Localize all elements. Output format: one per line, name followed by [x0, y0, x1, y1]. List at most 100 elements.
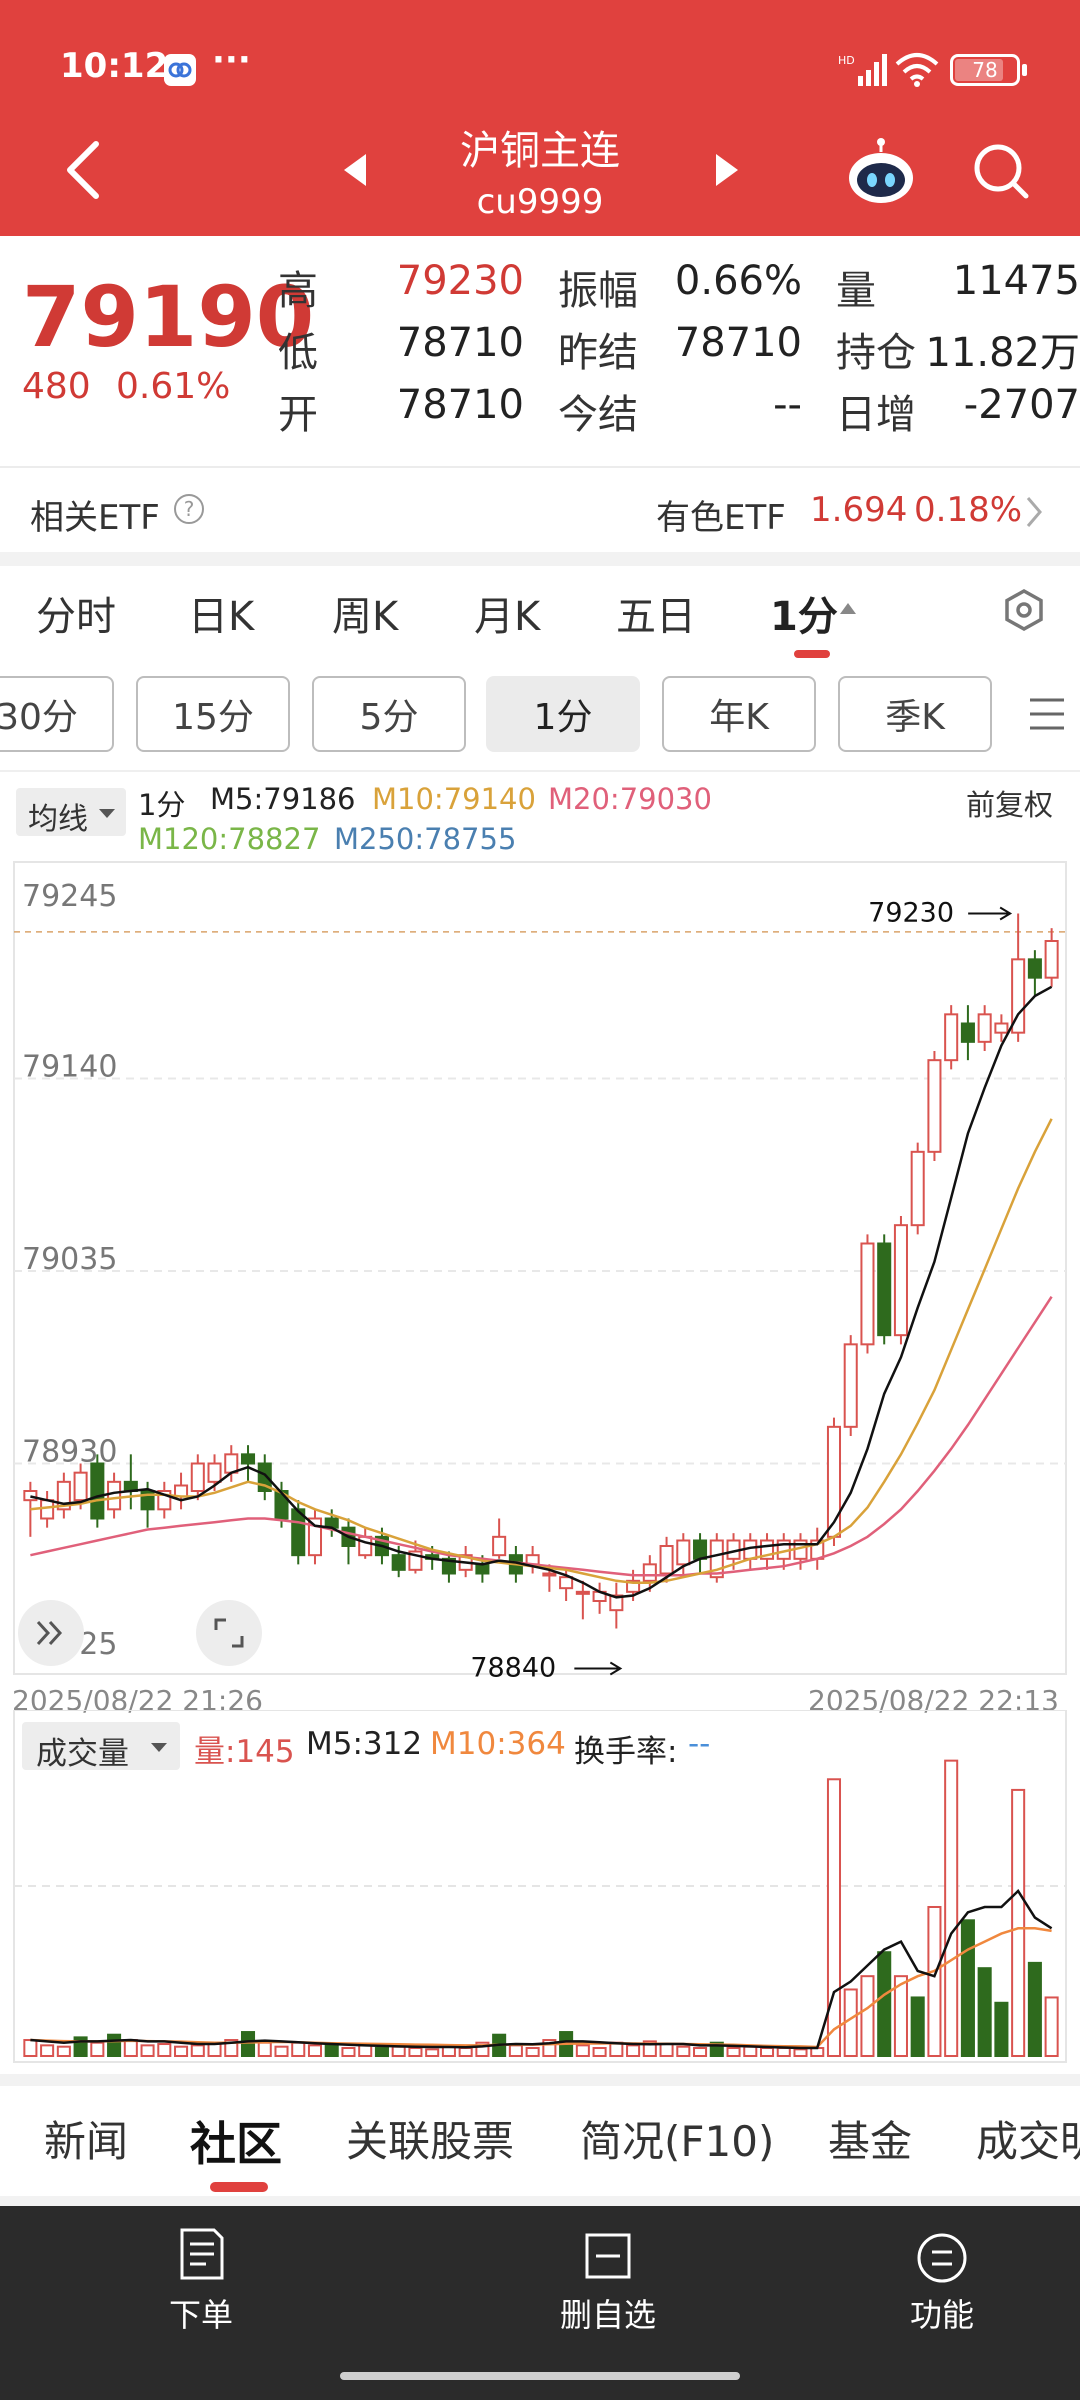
- tab-trades[interactable]: 成交明细: [976, 2108, 1080, 2169]
- volume-bar: [408, 2047, 423, 2058]
- bottom-tab-indicator: [210, 2182, 268, 2192]
- tab-weekly-k[interactable]: 周K: [332, 584, 398, 642]
- tab-funds[interactable]: 基金: [828, 2108, 912, 2169]
- volume-bar: [157, 2043, 172, 2058]
- settings-hexagon-icon[interactable]: [1002, 588, 1046, 636]
- related-etf-label: 相关ETF: [30, 498, 160, 538]
- candle-body: [1044, 940, 1059, 979]
- quote-value-daily-change: -2707: [963, 382, 1080, 428]
- ma20-line: [30, 1296, 1053, 1577]
- subperiod-1min[interactable]: 1分: [486, 676, 640, 752]
- search-icon[interactable]: [972, 142, 1032, 206]
- y-tick-label: 79035: [22, 1242, 117, 1277]
- expand-left-icon[interactable]: [18, 1600, 84, 1666]
- menu-icon[interactable]: [1030, 694, 1064, 738]
- price-change-pct: 0.61%: [116, 366, 231, 407]
- tab-related-stocks[interactable]: 关联股票: [346, 2108, 514, 2169]
- volume-bar: [123, 2039, 138, 2058]
- divider: [0, 466, 1080, 468]
- more-notifications-icon: ···: [212, 40, 251, 80]
- tab-1min[interactable]: 1分: [770, 584, 838, 642]
- quote-value-amplitude: 0.66%: [674, 258, 802, 304]
- y-tick-label: 79245: [22, 879, 117, 914]
- candle-body: [877, 1242, 892, 1337]
- order-document-icon: [180, 2228, 224, 2280]
- volume-bar: [358, 2044, 373, 2058]
- tab-five-day[interactable]: 五日: [616, 584, 696, 642]
- candle-body: [224, 1453, 239, 1474]
- tab-monthly-k[interactable]: 月K: [474, 584, 540, 642]
- candle-body: [893, 1224, 908, 1337]
- tab-daily-k[interactable]: 日K: [188, 584, 254, 642]
- subperiod-quarterly-k[interactable]: 季K: [838, 676, 992, 752]
- robot-assistant-icon[interactable]: [846, 138, 916, 212]
- volume-bar: [291, 2041, 306, 2057]
- candle-body: [207, 1462, 222, 1483]
- subperiod-15min[interactable]: 15分: [136, 676, 290, 752]
- fullscreen-icon[interactable]: [196, 1600, 262, 1666]
- candle-body: [240, 1453, 256, 1465]
- etf-name: 有色ETF: [656, 498, 786, 538]
- high-marker-label: 79230: [868, 898, 954, 929]
- volume-bar: [374, 2047, 389, 2058]
- nav-remove-watchlist[interactable]: 删自选: [548, 2290, 668, 2336]
- volume-bar: [776, 2047, 791, 2058]
- subperiod-5min[interactable]: 5分: [312, 676, 466, 752]
- ma-selector[interactable]: 均线: [16, 788, 126, 837]
- volume-bar: [1011, 1788, 1026, 2057]
- candle-body: [90, 1462, 105, 1520]
- candle-body: [642, 1563, 657, 1582]
- ma20-value: M20:79030: [548, 782, 712, 816]
- subperiod-yearly-k[interactable]: 年K: [662, 676, 816, 752]
- volume-bar: [425, 2048, 440, 2058]
- dropdown-caret-icon: [99, 809, 115, 818]
- quote-label-amplitude: 振幅: [558, 268, 638, 314]
- minus-box-icon: [585, 2233, 631, 2279]
- status-time: 10:12: [60, 46, 169, 86]
- quote-value-volume: 11475: [952, 258, 1080, 304]
- caret-up-icon: [838, 600, 858, 620]
- volume-bar: [1027, 1961, 1042, 2057]
- section-gap: [0, 2196, 1080, 2206]
- candle-body: [23, 1490, 38, 1502]
- candle-body: [994, 1022, 1009, 1034]
- volume-chart[interactable]: [0, 1710, 1080, 2070]
- related-etf-row[interactable]: 相关ETF ? 有色ETF 1.694 0.18%: [0, 470, 1080, 550]
- candle-body: [559, 1576, 574, 1590]
- nav-function[interactable]: 功能: [890, 2290, 994, 2336]
- candle-body: [1027, 958, 1042, 979]
- tab-profile[interactable]: 简况(F10): [580, 2108, 774, 2169]
- app-root: 10:12 ··· HD 78 沪铜主连 cu9999 79190 480 0.…: [0, 0, 1080, 2400]
- volume-bar: [257, 2041, 272, 2057]
- adjust-mode[interactable]: 前复权: [966, 782, 1053, 824]
- tab-intraday[interactable]: 分时: [36, 584, 116, 642]
- battery-level: 78: [972, 58, 998, 82]
- help-icon[interactable]: ?: [174, 494, 204, 524]
- volume-bar: [56, 2045, 71, 2057]
- volume-bar: [676, 2045, 691, 2057]
- tab-community[interactable]: 社区: [190, 2108, 282, 2174]
- battery-icon: 78: [950, 54, 1020, 86]
- volume-bar: [793, 2048, 808, 2058]
- quote-value-prev-settle: 78710: [674, 320, 802, 366]
- tab-active-indicator: [794, 650, 830, 658]
- candle-body: [659, 1545, 674, 1575]
- volume-bar: [274, 2045, 289, 2057]
- volume-bar: [944, 1759, 959, 2058]
- app-notification-icon: [164, 54, 196, 86]
- kline-chart[interactable]: 7923078840 7924579140790357893078825: [0, 860, 1080, 1690]
- candle-body: [910, 1150, 925, 1227]
- subperiod-30min[interactable]: 30分: [0, 676, 114, 752]
- contract-code: cu9999: [476, 182, 604, 222]
- nav-order[interactable]: 下单: [150, 2290, 252, 2336]
- next-contract-button[interactable]: [712, 150, 742, 194]
- candle-body: [73, 1471, 88, 1502]
- tab-news[interactable]: 新闻: [44, 2108, 128, 2169]
- quote-value-settle: --: [773, 382, 802, 428]
- low-marker-label: 78840: [470, 1653, 556, 1684]
- candle-body: [927, 1059, 942, 1153]
- etf-change-pct: 0.18%: [914, 490, 1023, 530]
- svg-text:HD: HD: [838, 54, 855, 67]
- ma-selector-label: 均线: [28, 802, 88, 837]
- volume-bar: [40, 2044, 55, 2058]
